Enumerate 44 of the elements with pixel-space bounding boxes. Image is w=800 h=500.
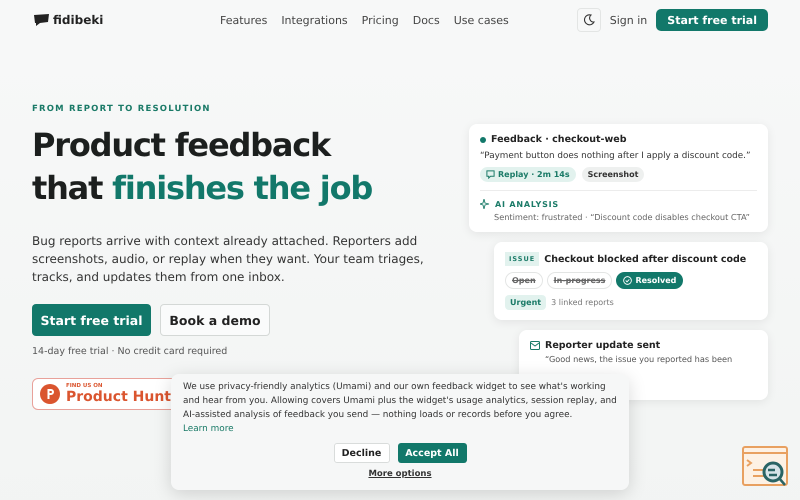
- book-demo-button[interactable]: Book a demo: [160, 304, 270, 336]
- status-dot-icon: [480, 136, 486, 142]
- more-options-link[interactable]: More options: [368, 469, 432, 479]
- status-pill[interactable]: Resolved: [616, 272, 684, 289]
- card-title: Feedback · checkout-web: [491, 134, 627, 145]
- eyebrow-text: FROM REPORT TO RESOLUTION: [32, 104, 212, 114]
- learn-more-link[interactable]: Learn more: [183, 424, 234, 434]
- mail-icon: [530, 341, 540, 350]
- priority-tag: Urgent: [505, 295, 546, 310]
- trial-note: 14-day free trial · No credit card required: [32, 346, 228, 357]
- lead-paragraph: Bug reports arrive with context already attached. Reporters add screenshots, audio, or replay when they want. Your team triages, tracks, and updates them from one inbox.: [32, 233, 425, 286]
- p-circle-icon: [40, 384, 60, 404]
- replay-chip[interactable]: Replay · 2m 14s: [480, 167, 576, 182]
- start-trial-button[interactable]: Start free trial: [656, 9, 768, 31]
- sign-in-link[interactable]: Sign in: [610, 14, 648, 26]
- sparkle-icon: [480, 199, 490, 209]
- nav-link[interactable]: Use cases: [454, 14, 509, 26]
- headline: that: [32, 169, 102, 207]
- chat-icon: [486, 170, 495, 179]
- ai-analysis-text: Sentiment: frustrated · “Discount code disables checkout CTA”: [493, 212, 751, 222]
- ai-analysis-label: AI ANALYSIS: [495, 200, 559, 208]
- nav-link[interactable]: Docs: [412, 14, 440, 26]
- decline-button[interactable]: Decline: [334, 443, 390, 463]
- moon-icon: [582, 14, 595, 26]
- linked-reports-text: 3 linked reports: [551, 298, 614, 307]
- start-trial-button[interactable]: Start free trial: [32, 304, 151, 336]
- nav-link[interactable]: Pricing: [362, 14, 399, 26]
- browser-search-icon[interactable]: [742, 446, 790, 488]
- logo-text[interactable]: fidibeki: [53, 13, 104, 27]
- accept-all-button[interactable]: Accept All: [398, 443, 466, 463]
- headline: Product feedback: [32, 125, 332, 166]
- theme-toggle-button[interactable]: [576, 8, 601, 32]
- card-title: Reporter update sent: [545, 340, 660, 351]
- update-text: “Good news, the issue you reported has been: [544, 354, 734, 364]
- check-circle-icon: [623, 276, 632, 285]
- nav-link[interactable]: Integrations: [281, 14, 348, 26]
- logo-icon: [34, 14, 49, 26]
- headline-accent: finishes the job: [112, 169, 372, 207]
- feedback-quote: “Payment button does nothing after I apply a discount code.”: [480, 151, 752, 161]
- status-pill[interactable]: In-progress: [546, 272, 612, 289]
- status-pill[interactable]: Open: [505, 272, 543, 289]
- card-title: Checkout blocked after discount code: [544, 254, 746, 264]
- nav-link[interactable]: Features: [220, 14, 268, 26]
- attachment-chip[interactable]: Screenshot: [582, 167, 644, 182]
